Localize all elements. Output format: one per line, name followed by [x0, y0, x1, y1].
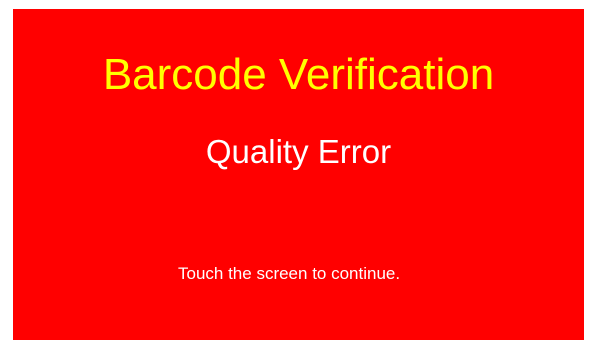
- error-screen-touch-area[interactable]: Barcode Verification Quality Error Touch…: [13, 9, 584, 340]
- page-title: Barcode Verification: [102, 50, 495, 99]
- error-status-message: Quality Error: [205, 133, 392, 170]
- continue-prompt: Touch the screen to continue.: [178, 264, 401, 283]
